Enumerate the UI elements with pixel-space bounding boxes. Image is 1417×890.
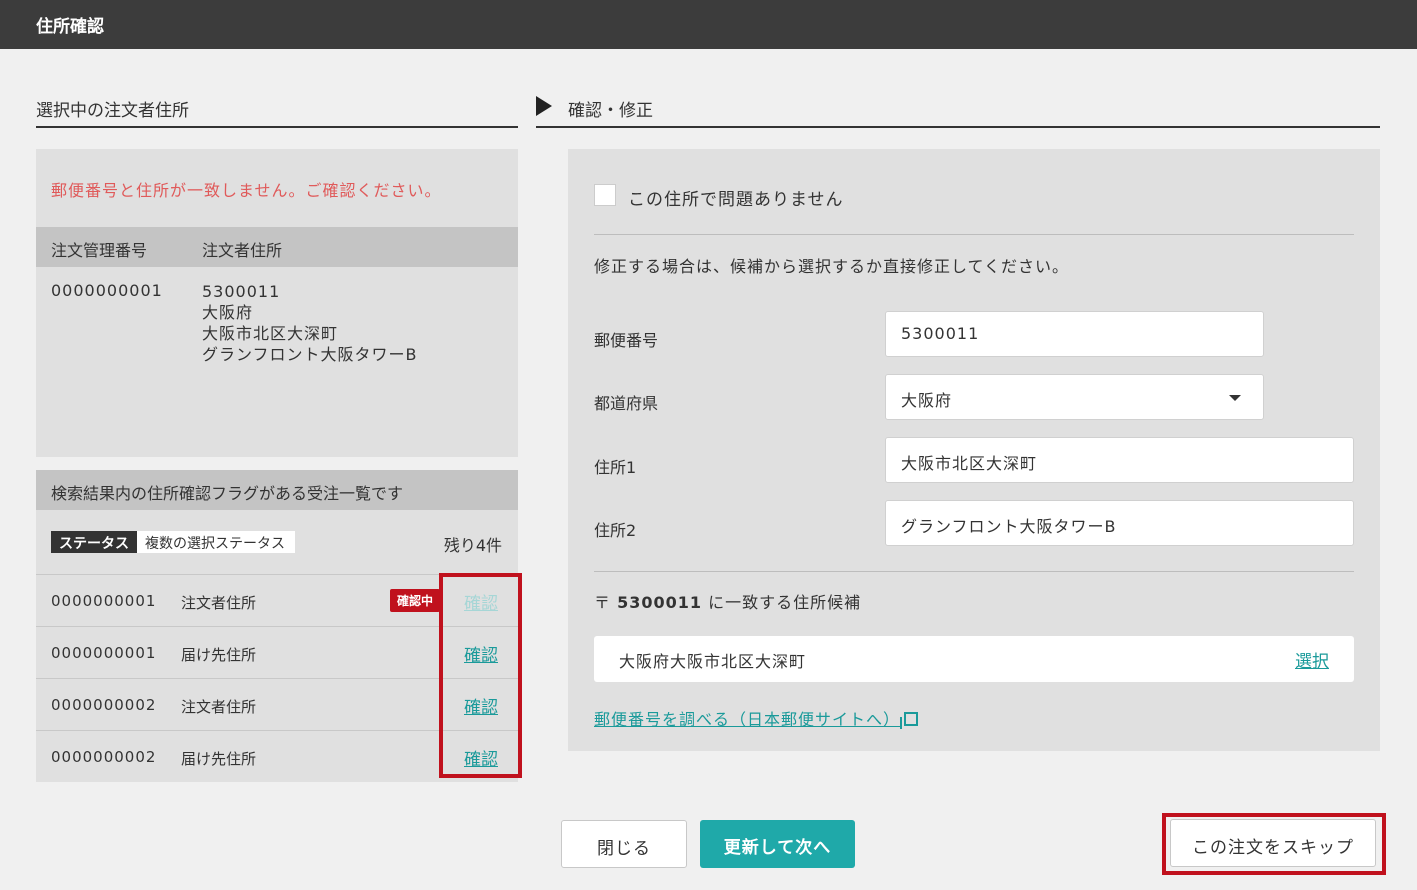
selected-order-section-header: 選択中の注文者住所	[36, 94, 518, 128]
list-address-type: 届け先住所	[181, 646, 257, 664]
confirm-section-title: 確認・修正	[568, 101, 653, 121]
address1-label: 住所1	[594, 458, 637, 477]
address2-input[interactable]: グランフロント大阪タワーB	[885, 500, 1354, 546]
list-order-no: 0000000002	[51, 748, 157, 766]
order-address: 5300011 大阪府 大阪市北区大深町 グランフロント大阪タワーB	[202, 281, 418, 365]
close-button[interactable]: 閉じる	[561, 820, 687, 868]
highlight-box	[439, 573, 522, 778]
window-title: 住所確認	[0, 0, 1417, 49]
divider	[594, 234, 1354, 235]
status-value: 複数の選択ステータス	[137, 531, 295, 553]
address-ok-checkbox[interactable]	[594, 184, 616, 206]
order-table-header: 注文管理番号 注文者住所	[36, 227, 518, 267]
status-filter-chip: ステータス 複数の選択ステータス	[51, 531, 295, 553]
mismatch-warning: 郵便番号と住所が一致しません。ご確認ください。	[51, 181, 442, 200]
highlight-box	[1162, 813, 1386, 875]
divider	[594, 571, 1354, 572]
address-ok-label[interactable]: この住所で問題ありません	[628, 185, 844, 210]
postal-label: 郵便番号	[594, 331, 659, 350]
candidate-postal: 5300011	[617, 593, 703, 612]
list-address-type: 注文者住所	[181, 594, 257, 612]
address-line: 大阪府	[202, 303, 254, 322]
address-edit-panel: この住所で問題ありません 修正する場合は、候補から選択するか直接修正してください…	[568, 149, 1380, 751]
prefecture-value: 大阪府	[901, 391, 953, 410]
edit-instruction: 修正する場合は、候補から選択するか直接修正してください。	[594, 257, 1070, 276]
list-address-type: 注文者住所	[181, 698, 257, 716]
triangle-right-icon	[536, 96, 552, 116]
postal-lookup-text: 郵便番号を調べる（日本郵便サイトへ）	[594, 710, 901, 729]
select-candidate-link[interactable]: 選択	[1295, 647, 1329, 672]
caret-down-icon	[1229, 395, 1241, 401]
prefecture-label: 都道府県	[594, 394, 659, 413]
candidate-heading: 〒 5300011 に一致する住所候補	[594, 589, 861, 613]
address-line: グランフロント大阪タワーB	[202, 345, 418, 364]
col-order-no: 注文管理番号	[51, 241, 148, 260]
address2-label: 住所2	[594, 521, 637, 540]
update-next-button[interactable]: 更新して次へ	[700, 820, 855, 868]
list-order-no: 0000000001	[51, 644, 157, 662]
address1-input[interactable]: 大阪市北区大深町	[885, 437, 1354, 483]
address-line: 5300011	[202, 282, 281, 301]
address-line: 大阪市北区大深町	[202, 324, 339, 343]
status-label: ステータス	[51, 531, 137, 553]
checking-badge: 確認中	[390, 589, 441, 612]
selected-order-section-title: 選択中の注文者住所	[36, 101, 189, 121]
confirm-section-header: 確認・修正	[536, 94, 1380, 128]
postal-mark: 〒	[594, 593, 612, 612]
candidate-suffix: に一致する住所候補	[708, 593, 862, 612]
order-address-panel: 郵便番号と住所が一致しません。ご確認ください。 注文管理番号 注文者住所 000…	[36, 149, 518, 457]
col-address: 注文者住所	[202, 241, 283, 260]
external-link-icon	[900, 712, 919, 729]
prefecture-select[interactable]: 大阪府	[885, 374, 1264, 420]
remaining-count: 残り4件	[443, 536, 502, 555]
order-number: 0000000001	[51, 281, 163, 300]
list-order-no: 0000000002	[51, 696, 157, 714]
postal-lookup-link[interactable]: 郵便番号を調べる（日本郵便サイトへ）	[594, 706, 919, 730]
list-title: 検索結果内の住所確認フラグがある受注一覧です	[36, 470, 518, 510]
list-order-no: 0000000001	[51, 592, 157, 610]
candidate-item: 大阪府大阪市北区大深町 選択	[594, 636, 1354, 682]
candidate-address: 大阪府大阪市北区大深町	[619, 652, 807, 671]
postal-input[interactable]: 5300011	[885, 311, 1264, 357]
list-address-type: 届け先住所	[181, 750, 257, 768]
